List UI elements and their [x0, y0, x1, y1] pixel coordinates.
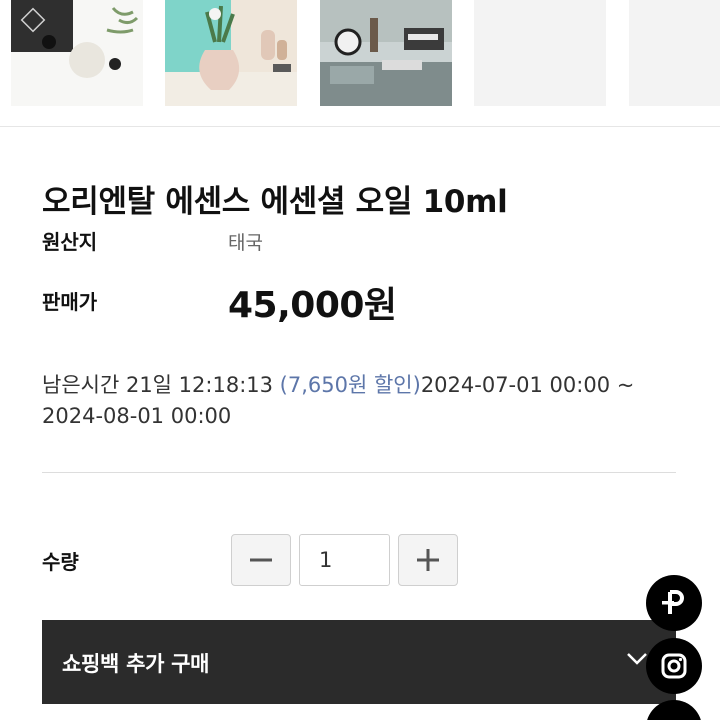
thumbnail-strip — [0, 0, 720, 127]
quantity-label: 수량 — [42, 550, 79, 574]
chevron-down-icon — [627, 653, 647, 665]
price-value: 45,000원 — [228, 285, 397, 326]
quantity-input[interactable] — [299, 534, 390, 586]
remaining-time: 남은시간 21일 12:18:13 — [42, 373, 280, 397]
shopping-bag-addon-toggle[interactable]: 쇼핑백 추가 구매 — [42, 620, 676, 704]
p-logo-button[interactable] — [646, 575, 702, 631]
thumbnail-2[interactable] — [165, 0, 297, 106]
instagram-button[interactable] — [646, 638, 702, 694]
divider — [42, 472, 676, 473]
thumbnail-3[interactable] — [320, 0, 452, 106]
thumbnail-1[interactable] — [11, 0, 143, 106]
instagram-icon — [661, 653, 687, 679]
origin-label: 원산지 — [42, 230, 98, 254]
discount-amount: (7,650원 할인) — [279, 373, 421, 397]
product-title: 오리엔탈 에센스 에센셜 오일 10ml — [42, 184, 508, 220]
quantity-decrease-button[interactable] — [231, 534, 291, 586]
addon-label: 쇼핑백 추가 구매 — [62, 652, 210, 676]
product-detail-page: 오리엔탈 에센스 에센셜 오일 10ml 원산지 태국 판매가 45,000원 … — [0, 0, 720, 720]
minus-icon — [250, 558, 272, 562]
sale-period-text: 남은시간 21일 12:18:13 (7,650원 할인)2024-07-01 … — [42, 370, 682, 432]
p-logo-icon — [662, 590, 684, 614]
thumbnail-4[interactable] — [474, 0, 606, 106]
plus-icon — [417, 549, 439, 571]
price-label: 판매가 — [42, 290, 98, 314]
thumbnail-5[interactable] — [629, 0, 720, 106]
quantity-increase-button[interactable] — [398, 534, 458, 586]
origin-value: 태국 — [228, 232, 263, 254]
